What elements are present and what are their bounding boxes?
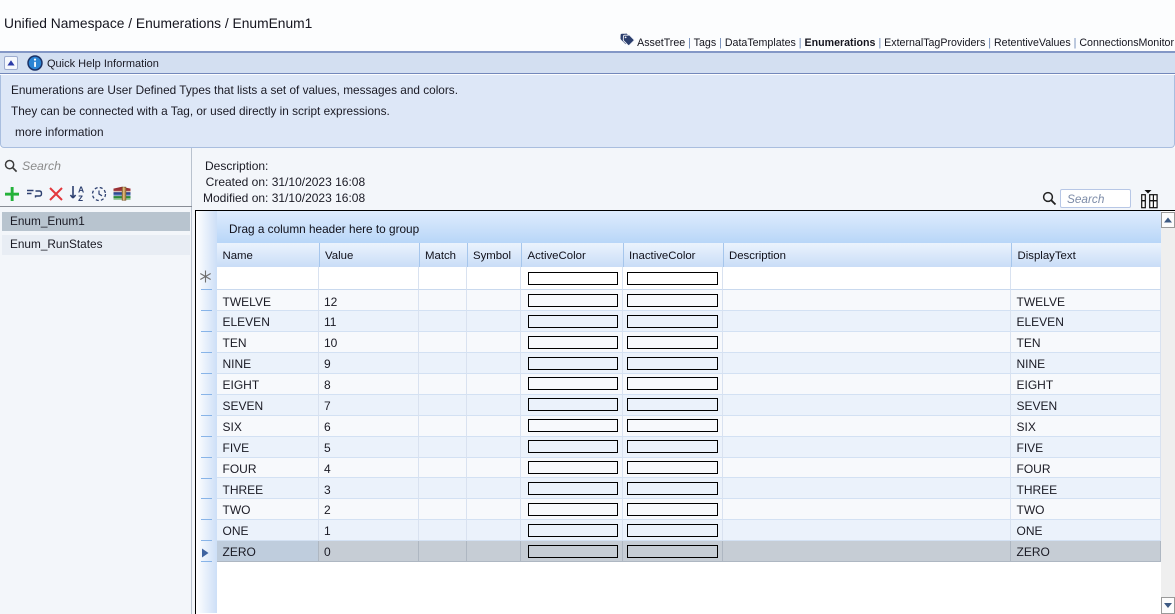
svg-text:Z: Z bbox=[78, 194, 83, 202]
